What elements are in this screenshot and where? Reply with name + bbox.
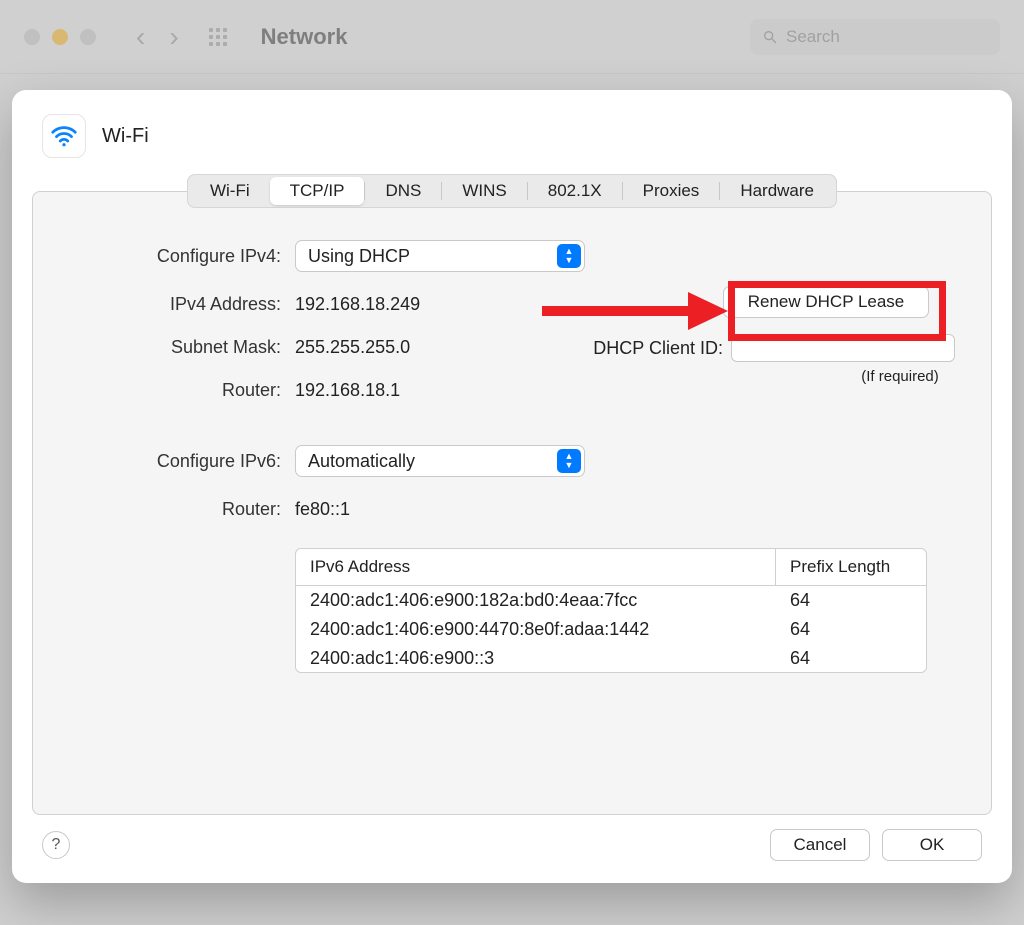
traffic-lights xyxy=(24,29,96,45)
traffic-zoom-icon[interactable] xyxy=(80,29,96,45)
sheet-header: Wi-Fi xyxy=(12,90,1012,168)
tab-8021x[interactable]: 802.1X xyxy=(528,177,622,205)
search-field[interactable]: Search xyxy=(750,19,1000,55)
network-advanced-sheet: Wi-Fi Wi-Fi TCP/IP DNS WINS 802.1X Proxi… xyxy=(12,90,1012,883)
col-prefix-length[interactable]: Prefix Length xyxy=(776,549,926,585)
help-icon: ? xyxy=(52,836,61,854)
tab-proxies[interactable]: Proxies xyxy=(623,177,720,205)
window-toolbar: ‹ › Network Search xyxy=(0,0,1024,74)
chevron-updown-icon: ▲▼ xyxy=(557,244,581,268)
tab-bar: Wi-Fi TCP/IP DNS WINS 802.1X Proxies Har… xyxy=(12,168,1012,208)
tab-dns[interactable]: DNS xyxy=(365,177,441,205)
content-panel: Configure IPv4: Using DHCP ▲▼ IPv4 Addre… xyxy=(32,191,992,815)
label-configure-ipv4: Configure IPv4: xyxy=(75,246,295,267)
tab-hardware[interactable]: Hardware xyxy=(720,177,834,205)
ipv6-addr-cell: 2400:adc1:406:e900:4470:8e0f:adaa:1442 xyxy=(296,615,776,644)
nav-arrows: ‹ › xyxy=(136,21,179,53)
select-ipv4-value: Using DHCP xyxy=(308,246,410,267)
label-ipv4-router: Router: xyxy=(75,380,295,401)
renew-dhcp-lease-button[interactable]: Renew DHCP Lease xyxy=(723,286,929,318)
search-placeholder: Search xyxy=(786,27,840,47)
tab-tcpip[interactable]: TCP/IP xyxy=(270,177,365,205)
window-title: Network xyxy=(261,24,348,50)
select-configure-ipv6[interactable]: Automatically ▲▼ xyxy=(295,445,585,477)
prefs-grid-icon[interactable] xyxy=(209,28,227,46)
label-dhcp-client-id: DHCP Client ID: xyxy=(543,338,723,359)
sheet-footer: ? Cancel OK xyxy=(12,829,1012,883)
forward-icon[interactable]: › xyxy=(169,21,178,53)
select-configure-ipv4[interactable]: Using DHCP ▲▼ xyxy=(295,240,585,272)
traffic-close-icon[interactable] xyxy=(24,29,40,45)
label-configure-ipv6: Configure IPv6: xyxy=(75,429,295,472)
ipv6-prefix-cell: 64 xyxy=(776,586,926,615)
value-ipv4-address: 192.168.18.249 xyxy=(295,294,595,315)
dhcp-client-id-input[interactable] xyxy=(731,334,955,362)
ipv6-prefix-cell: 64 xyxy=(776,615,926,644)
back-icon[interactable]: ‹ xyxy=(136,21,145,53)
label-subnet-mask: Subnet Mask: xyxy=(75,337,295,358)
ipv6-addr-cell: 2400:adc1:406:e900:182a:bd0:4eaa:7fcc xyxy=(296,586,776,615)
tab-wins[interactable]: WINS xyxy=(442,177,526,205)
traffic-minimize-icon[interactable] xyxy=(52,29,68,45)
table-row[interactable]: 2400:adc1:406:e900:182a:bd0:4eaa:7fcc 64 xyxy=(296,586,926,615)
chevron-updown-icon: ▲▼ xyxy=(557,449,581,473)
col-ipv6-address[interactable]: IPv6 Address xyxy=(296,549,776,585)
select-ipv6-value: Automatically xyxy=(308,451,415,472)
ipv6-prefix-cell: 64 xyxy=(776,644,926,672)
value-ipv4-router: 192.168.18.1 xyxy=(295,380,595,401)
hint-if-required: (If required) xyxy=(845,368,955,385)
label-ipv6-router: Router: xyxy=(75,499,295,520)
table-row[interactable]: 2400:adc1:406:e900:4470:8e0f:adaa:1442 6… xyxy=(296,615,926,644)
ok-button[interactable]: OK xyxy=(882,829,982,861)
help-button[interactable]: ? xyxy=(42,831,70,859)
sheet-title: Wi-Fi xyxy=(102,125,149,148)
ipv6-addr-cell: 2400:adc1:406:e900::3 xyxy=(296,644,776,672)
cancel-button[interactable]: Cancel xyxy=(770,829,870,861)
ipv6-address-table: IPv6 Address Prefix Length 2400:adc1:406… xyxy=(295,548,927,673)
search-icon xyxy=(762,29,778,45)
tab-wifi[interactable]: Wi-Fi xyxy=(190,177,270,205)
table-row[interactable]: 2400:adc1:406:e900::3 64 xyxy=(296,644,926,672)
value-ipv6-router: fe80::1 xyxy=(295,499,595,520)
label-ipv4-address: IPv4 Address: xyxy=(75,294,295,315)
wifi-icon xyxy=(42,114,86,158)
